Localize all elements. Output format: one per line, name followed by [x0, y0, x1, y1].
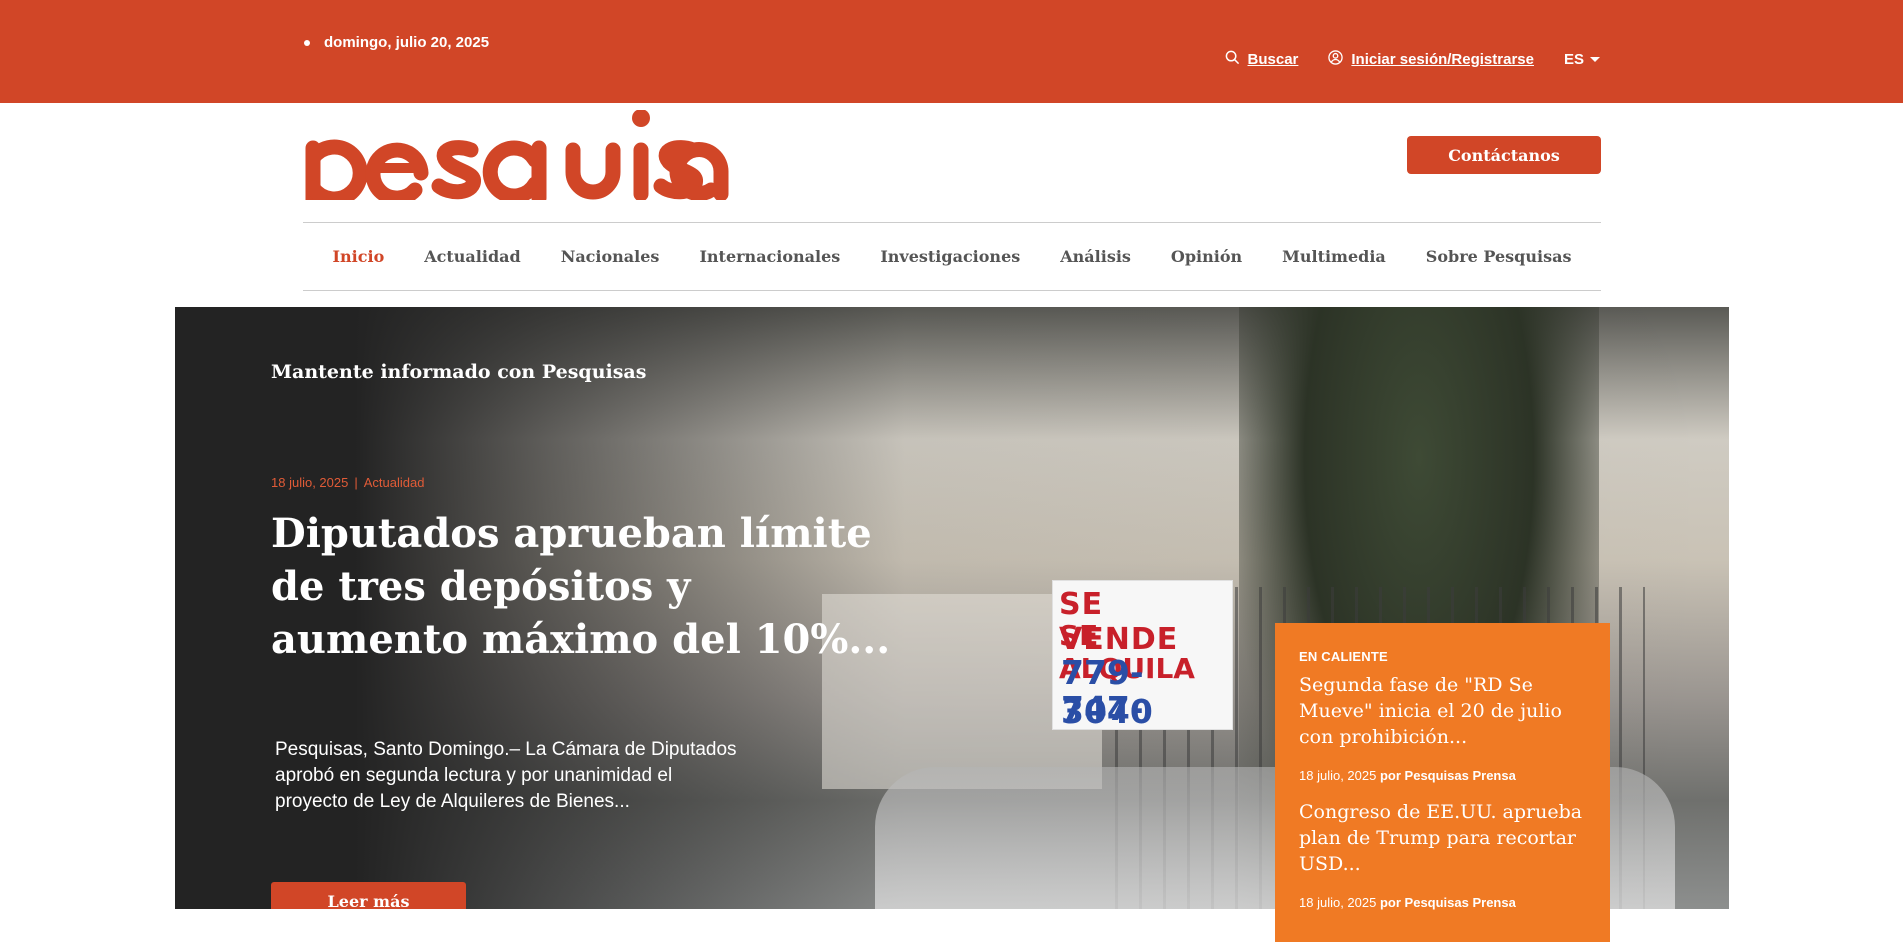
- nav-item-investigaciones[interactable]: Investigaciones: [880, 247, 1020, 266]
- login-label: Iniciar sesión/Registrarse: [1351, 51, 1534, 68]
- photo-sign-phone: 747-9013: [1061, 689, 1153, 729]
- nav-item-internacionales[interactable]: Internacionales: [699, 247, 840, 266]
- hot-news-date: 18 julio, 2025: [1299, 895, 1377, 910]
- nav-item-actualidad[interactable]: Actualidad: [424, 247, 520, 266]
- hero-title[interactable]: Diputados aprueban límite de tres depósi…: [271, 507, 891, 666]
- language-selector[interactable]: ES: [1564, 51, 1600, 68]
- nav-item-nacionales[interactable]: Nacionales: [561, 247, 660, 266]
- hot-news-title[interactable]: Segunda fase de "RD Se Mueve" inicia el …: [1299, 672, 1586, 750]
- main-nav: Inicio Actualidad Nacionales Internacion…: [303, 222, 1601, 291]
- hot-news-by: por: [1379, 895, 1401, 910]
- nav-item-opinion[interactable]: Opinión: [1171, 247, 1242, 266]
- hero-category[interactable]: Actualidad: [364, 475, 425, 490]
- nav-item-inicio[interactable]: Inicio: [333, 247, 385, 266]
- login-link[interactable]: Iniciar sesión/Registrarse: [1328, 50, 1534, 69]
- search-label: Buscar: [1247, 51, 1299, 68]
- nav-item-sobre-pesquisas[interactable]: Sobre Pesquisas: [1426, 247, 1572, 266]
- hot-news-date: 18 julio, 2025: [1299, 768, 1377, 783]
- user-icon: [1328, 50, 1344, 69]
- hot-news-author[interactable]: Pesquisas Prensa: [1405, 768, 1516, 783]
- hot-news-meta: 18 julio, 2025 por Pesquisas Prensa: [1299, 895, 1586, 910]
- hero-kicker: Mantente informado con Pesquisas: [271, 361, 647, 383]
- hot-news-item: Congreso de EE.UU. aprueba plan de Trump…: [1299, 799, 1586, 910]
- top-bar-actions: Buscar Iniciar sesión/Registrarse ES: [1225, 50, 1600, 69]
- hot-news-panel: EN CALIENTE Segunda fase de "RD Se Mueve…: [1275, 623, 1610, 942]
- site-logo[interactable]: [303, 109, 739, 208]
- hot-news-by: por: [1379, 768, 1401, 783]
- hot-news-item: Segunda fase de "RD Se Mueve" inicia el …: [1299, 672, 1586, 783]
- language-label: ES: [1563, 51, 1584, 68]
- hero-excerpt: Pesquisas, Santo Domingo.– La Cámara de …: [275, 739, 737, 812]
- current-date: domingo, julio 20, 2025: [304, 34, 489, 51]
- nav-item-multimedia[interactable]: Multimedia: [1282, 247, 1386, 266]
- hero-meta: 18 julio, 2025 | Actualidad: [271, 475, 424, 490]
- hot-news-author[interactable]: Pesquisas Prensa: [1405, 895, 1516, 910]
- search-link[interactable]: Buscar: [1225, 50, 1299, 69]
- photo-sign-for-sale: SE VENDE SE ALQUILA 779-3040 747-9013: [1052, 580, 1233, 730]
- read-more-button[interactable]: Leer más: [271, 882, 466, 909]
- nav-item-analisis[interactable]: Análisis: [1060, 247, 1131, 266]
- top-bar: domingo, julio 20, 2025 Buscar Iniciar s…: [0, 0, 1903, 103]
- meta-separator: |: [354, 475, 358, 490]
- chevron-down-icon: [1590, 57, 1600, 62]
- contact-button[interactable]: Contáctanos: [1407, 136, 1601, 174]
- hot-news-label: EN CALIENTE: [1299, 649, 1388, 664]
- hero-date: 18 julio, 2025: [271, 475, 349, 490]
- hot-news-title[interactable]: Congreso de EE.UU. aprueba plan de Trump…: [1299, 799, 1586, 877]
- search-icon: [1225, 50, 1240, 69]
- hot-news-meta: 18 julio, 2025 por Pesquisas Prensa: [1299, 768, 1586, 783]
